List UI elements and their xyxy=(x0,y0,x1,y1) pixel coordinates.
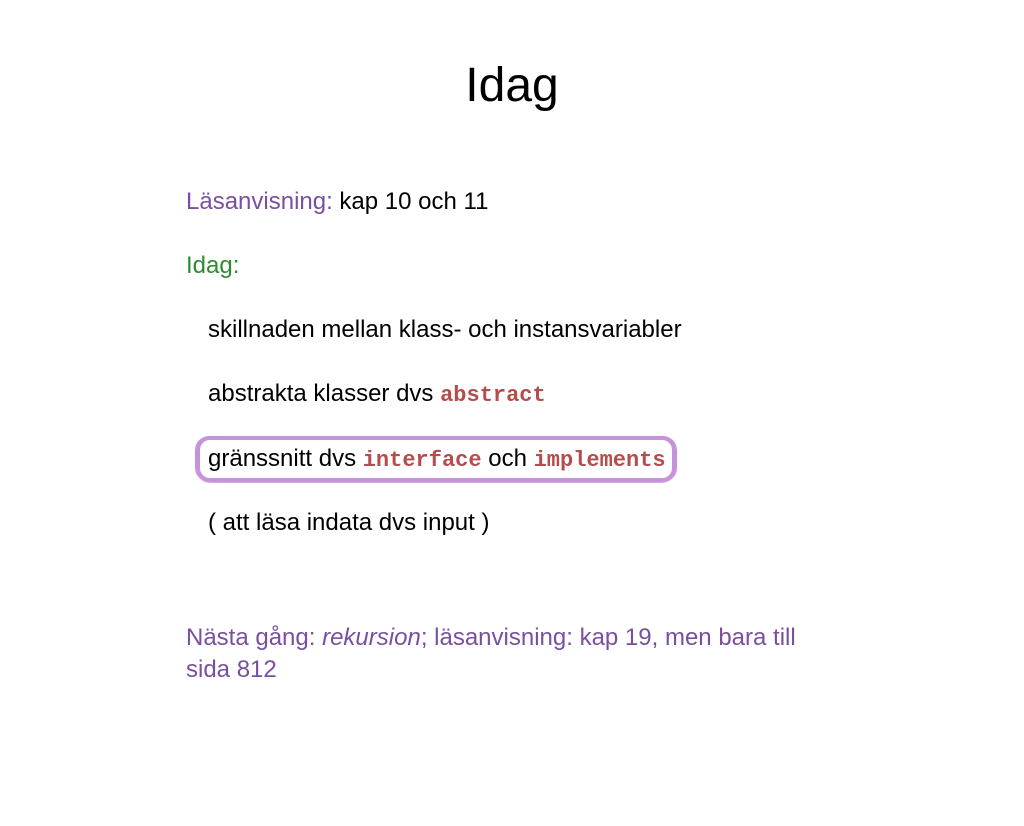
item-3: gränssnitt dvs interface och implements xyxy=(208,444,904,475)
slide-content: Läsanvisning: kap 10 och 11 Idag: skilln… xyxy=(186,187,904,687)
reading-line: Läsanvisning: kap 10 och 11 xyxy=(186,187,904,217)
item-2: abstrakta klasser dvs abstract xyxy=(208,379,904,410)
item-1: skillnaden mellan klass- och instansvari… xyxy=(208,315,904,345)
item-3-text1: gränssnitt dvs xyxy=(208,445,363,472)
footer-line: Nästa gång: rekursion; läsanvisning: kap… xyxy=(186,622,836,687)
highlight-box: gränssnitt dvs interface och implements xyxy=(208,444,666,475)
slide: Idag Läsanvisning: kap 10 och 11 Idag: s… xyxy=(0,58,1024,826)
code-interface: interface xyxy=(363,448,482,473)
code-implements: implements xyxy=(534,448,666,473)
item-4: ( att läsa indata dvs input ) xyxy=(208,508,904,538)
today-label: Idag: xyxy=(186,251,904,281)
footer-italic: rekursion xyxy=(322,624,421,651)
today-label-text: Idag: xyxy=(186,252,239,279)
slide-title: Idag xyxy=(0,58,1024,113)
item-3-text2: och xyxy=(482,445,534,472)
code-abstract: abstract xyxy=(440,383,546,408)
item-2-text: abstrakta klasser dvs xyxy=(208,380,440,407)
reading-text: kap 10 och 11 xyxy=(333,188,489,215)
reading-label: Läsanvisning: xyxy=(186,188,333,215)
footer-prefix: Nästa gång: xyxy=(186,624,322,651)
